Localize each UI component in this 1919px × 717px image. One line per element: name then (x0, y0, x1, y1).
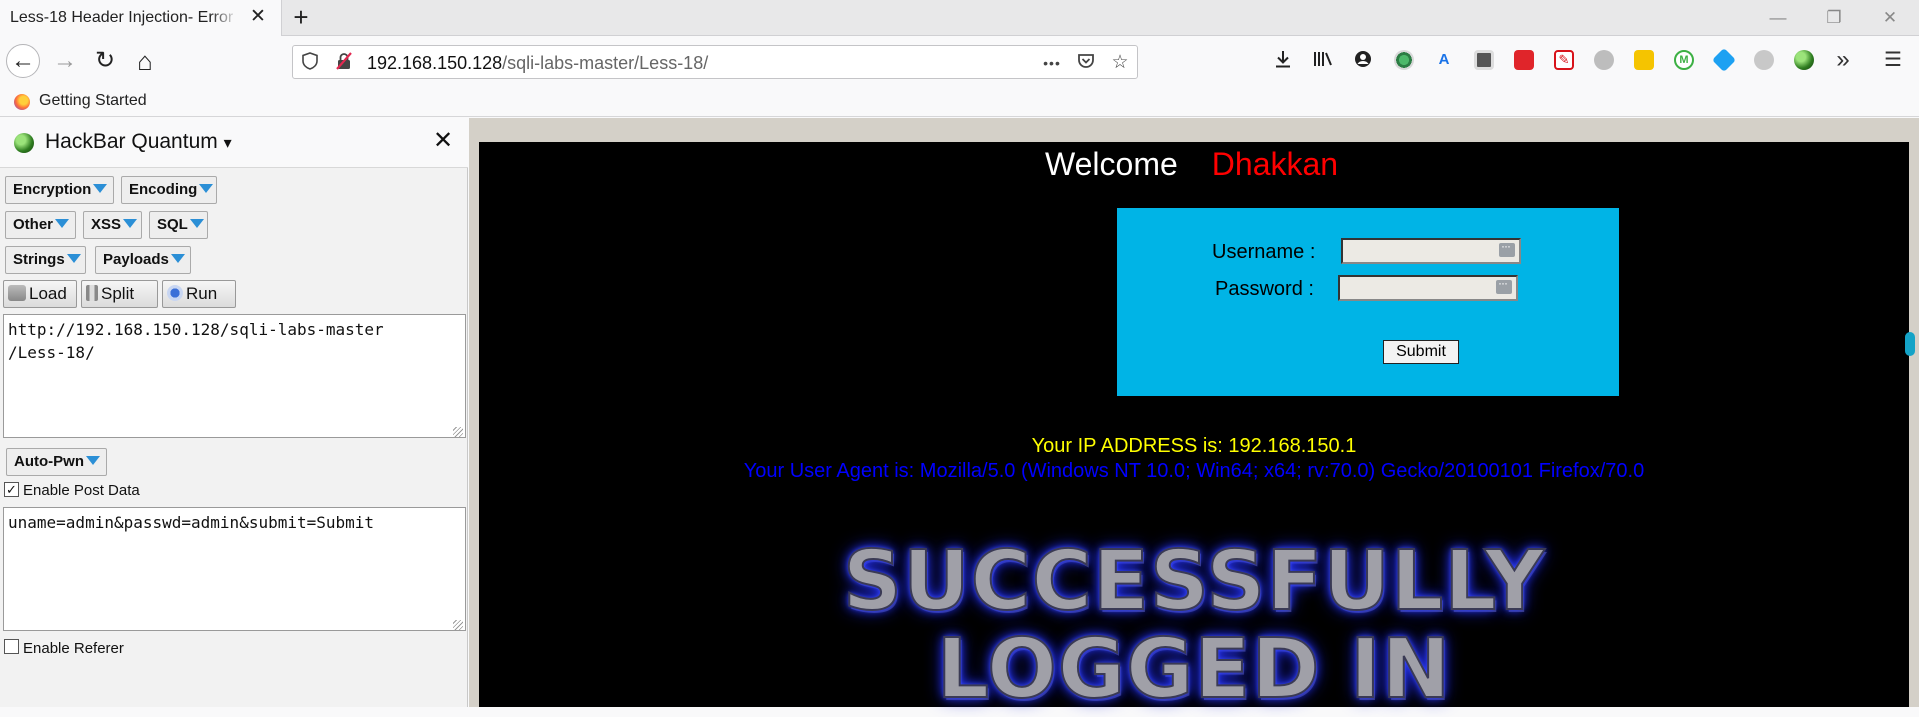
post-data-textarea[interactable]: uname=admin&passwd=admin&submit=Submit (3, 507, 466, 631)
bookmarks-toolbar: Getting Started (0, 87, 1919, 117)
encryption-menu[interactable]: Encryption (5, 176, 114, 204)
user-name: Dhakkan (1211, 146, 1339, 182)
ip-address-text: Your IP ADDRESS is: 192.168.150.1 (1031, 435, 1357, 457)
success-banner-line2: LOGGED IN (936, 621, 1452, 717)
sidebar-header: HackBar Quantum ▾ ✕ (0, 118, 468, 168)
navigation-toolbar: ← → ↻ ⌂ 192.168.150.128/sqli-labs-master… (0, 37, 1919, 87)
back-button[interactable]: ← (6, 44, 40, 78)
password-input[interactable] (1338, 275, 1518, 301)
sql-menu[interactable]: SQL (149, 211, 208, 239)
tab-close-icon[interactable]: ✕ (248, 7, 268, 27)
translate-icon[interactable]: A (1434, 50, 1454, 70)
url-text[interactable]: 192.168.150.128/sqli-labs-master/Less-18… (367, 53, 708, 74)
library-icon[interactable] (1312, 49, 1334, 71)
overflow-chevron-icon[interactable]: » (1832, 48, 1854, 72)
dropdown-caret-icon (199, 184, 214, 193)
home-button[interactable]: ⌂ (128, 44, 162, 78)
new-tab-button[interactable]: + (286, 3, 316, 33)
run-icon (167, 285, 183, 301)
shield-icon[interactable] (299, 52, 321, 74)
enable-referer-checkbox[interactable] (4, 639, 19, 654)
autofill-icon (1496, 276, 1512, 294)
split-button[interactable]: Split (81, 280, 158, 308)
forward-button[interactable]: → (48, 44, 82, 78)
sqli-page: WelcomeDhakkan Username : Password : Sub… (479, 142, 1915, 717)
encoding-menu[interactable]: Encoding (121, 176, 217, 204)
password-label: Password : (1215, 278, 1314, 300)
hackbar-sidebar: HackBar Quantum ▾ ✕ Encryption Encoding … (0, 118, 468, 707)
submit-button[interactable]: Submit (1383, 340, 1459, 364)
hackbar-icon[interactable] (1794, 50, 1814, 70)
dropdown-caret-icon (170, 254, 185, 263)
resize-grip-icon[interactable] (453, 620, 463, 630)
extension-blue-icon[interactable] (1711, 47, 1737, 73)
firefox-icon (14, 94, 30, 110)
sidebar-title-caret-icon: ▾ (223, 135, 232, 152)
tab-title: Less-18 Header Injection- Error Based- s… (10, 9, 238, 26)
dropdown-caret-icon (123, 219, 138, 228)
url-bar[interactable]: 192.168.150.128/sqli-labs-master/Less-18… (292, 45, 1138, 79)
login-form: Username : Password : Submit (1117, 208, 1619, 396)
sidebar-close-icon[interactable]: ✕ (432, 129, 454, 153)
strings-menu[interactable]: Strings (5, 246, 86, 274)
extension-grey-icon[interactable] (1594, 50, 1614, 70)
dropdown-caret-icon (189, 219, 204, 228)
split-icon (86, 285, 98, 301)
restore-icon[interactable]: ❐ (1822, 6, 1846, 30)
other-menu[interactable]: Other (5, 211, 76, 239)
reload-button[interactable]: ↻ (88, 44, 122, 78)
reader-extension-icon[interactable] (1474, 50, 1494, 70)
account-icon[interactable] (1352, 49, 1374, 71)
hackbar-logo-icon (14, 133, 34, 153)
bookmark-getting-started[interactable]: Getting Started (39, 92, 147, 110)
insecure-lock-icon[interactable] (333, 52, 355, 74)
minimize-icon[interactable]: — (1766, 6, 1790, 30)
payloads-menu[interactable]: Payloads (95, 246, 191, 274)
enable-post-checkbox[interactable]: ✓ (4, 482, 19, 497)
load-button[interactable]: Load (3, 280, 77, 308)
run-button[interactable]: Run (162, 280, 236, 308)
pocket-icon[interactable] (1075, 52, 1097, 74)
download-icon[interactable] (1272, 49, 1294, 71)
pdf-icon[interactable]: ✎ (1554, 50, 1574, 70)
xss-menu[interactable]: XSS (83, 211, 142, 239)
success-banner-line1: SUCCESSFULLY (842, 533, 1546, 630)
url-textarea[interactable]: http://192.168.150.128/sqli-labs-master … (3, 314, 466, 438)
extension-yellow-icon[interactable] (1634, 50, 1654, 70)
extension-green-circle-icon[interactable] (1394, 50, 1414, 70)
username-label: Username : (1212, 241, 1316, 263)
autopwn-menu[interactable]: Auto-Pwn (6, 448, 107, 476)
dropdown-caret-icon (66, 254, 81, 263)
resize-grip-icon[interactable] (453, 427, 463, 437)
dropdown-caret-icon (93, 184, 108, 193)
page-actions-icon[interactable]: ••• (1041, 52, 1063, 74)
enable-referer-label: Enable Referer (23, 640, 124, 657)
tab-strip: Less-18 Header Injection- Error Based- s… (0, 0, 1919, 36)
pocket-red-icon[interactable] (1514, 50, 1534, 70)
window-close-icon[interactable]: ✕ (1878, 6, 1902, 30)
autofill-icon (1499, 239, 1515, 257)
scroll-indicator (1905, 332, 1915, 356)
user-agent-text: Your User Agent is: Mozilla/5.0 (Windows… (743, 460, 1645, 482)
menu-icon[interactable]: ☰ (1882, 49, 1904, 71)
bookmark-star-icon[interactable]: ☆ (1109, 52, 1131, 74)
dropdown-caret-icon (85, 456, 100, 465)
page-content: WelcomeDhakkan Username : Password : Sub… (469, 118, 1919, 717)
dropdown-caret-icon (55, 219, 70, 228)
enable-post-label: Enable Post Data (23, 482, 140, 499)
settings-gear-icon[interactable] (1754, 50, 1774, 70)
username-input[interactable] (1341, 238, 1521, 264)
extension-m-icon[interactable]: M (1674, 50, 1694, 70)
tab-current[interactable]: Less-18 Header Injection- Error Based- s… (0, 0, 282, 36)
welcome-heading: Welcome Dhakkan (1045, 146, 1339, 182)
sidebar-title[interactable]: HackBar Quantum ▾ (45, 130, 232, 154)
load-icon (8, 285, 26, 301)
